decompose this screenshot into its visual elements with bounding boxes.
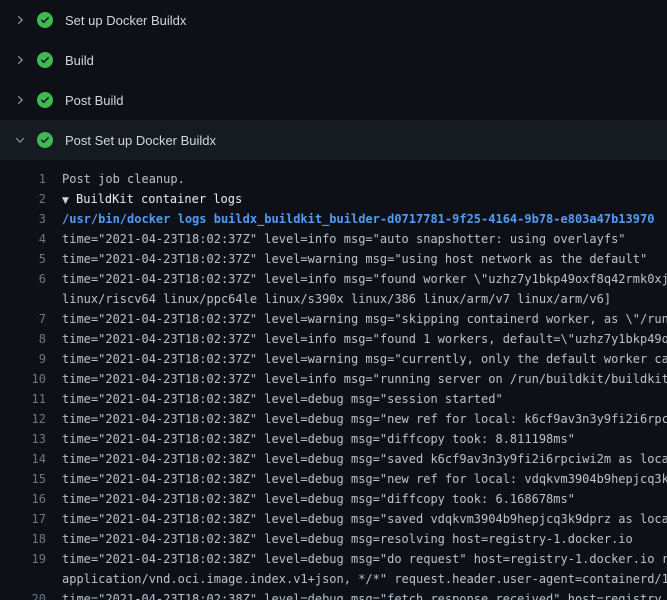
line-number[interactable]: 11 [0, 389, 46, 409]
log-line: 15time="2021-04-23T18:02:38Z" level=debu… [0, 469, 667, 489]
log-line: 19time="2021-04-23T18:02:38Z" level=debu… [0, 549, 667, 569]
log-text: time="2021-04-23T18:02:37Z" level=warnin… [46, 249, 667, 269]
line-number[interactable]: 14 [0, 449, 46, 469]
line-number[interactable]: 16 [0, 489, 46, 509]
check-circle-icon [37, 12, 53, 28]
line-number[interactable]: 2 [0, 189, 46, 209]
log-line: 3/usr/bin/docker logs buildx_buildkit_bu… [0, 209, 667, 229]
log-text: time="2021-04-23T18:02:38Z" level=debug … [46, 549, 667, 569]
log-line: 2▼BuildKit container logs [0, 189, 667, 209]
log-line: 18time="2021-04-23T18:02:38Z" level=debu… [0, 529, 667, 549]
check-circle-icon [37, 132, 53, 148]
line-number[interactable]: 7 [0, 309, 46, 329]
log-text: time="2021-04-23T18:02:38Z" level=debug … [46, 389, 667, 409]
log-line: 11time="2021-04-23T18:02:38Z" level=debu… [0, 389, 667, 409]
log-line: 17time="2021-04-23T18:02:38Z" level=debu… [0, 509, 667, 529]
chevron-right-icon[interactable] [12, 52, 28, 68]
check-circle-icon [37, 52, 53, 68]
line-number[interactable]: 20 [0, 589, 46, 600]
log-line: 1Post job cleanup. [0, 169, 667, 189]
log-text: time="2021-04-23T18:02:38Z" level=debug … [46, 589, 667, 600]
log-line: 4time="2021-04-23T18:02:37Z" level=info … [0, 229, 667, 249]
line-number[interactable]: 19 [0, 549, 46, 569]
log-text: time="2021-04-23T18:02:37Z" level=info m… [46, 329, 667, 349]
log-text: time="2021-04-23T18:02:38Z" level=debug … [46, 489, 667, 509]
log-group-header[interactable]: ▼BuildKit container logs [46, 189, 667, 209]
log-line: 20time="2021-04-23T18:02:38Z" level=debu… [0, 589, 667, 600]
workflow-log-viewer: Set up Docker Buildx Build Post Build Post … [0, 0, 667, 600]
log-text: Post job cleanup. [46, 169, 667, 189]
chevron-down-icon[interactable] [12, 132, 28, 148]
log-line: 5time="2021-04-23T18:02:37Z" level=warni… [0, 249, 667, 269]
log-line: 14time="2021-04-23T18:02:38Z" level=debu… [0, 449, 667, 469]
log-line: 8time="2021-04-23T18:02:37Z" level=info … [0, 329, 667, 349]
line-number[interactable]: 17 [0, 509, 46, 529]
line-number[interactable]: 13 [0, 429, 46, 449]
log-line: 16time="2021-04-23T18:02:38Z" level=debu… [0, 489, 667, 509]
log-text: time="2021-04-23T18:02:37Z" level=info m… [46, 369, 667, 389]
log-line: 6time="2021-04-23T18:02:37Z" level=info … [0, 269, 667, 289]
step-section-header[interactable]: Post Set up Docker Buildx [0, 120, 667, 160]
log-text: time="2021-04-23T18:02:38Z" level=debug … [46, 529, 667, 549]
step-section-header[interactable]: Build [0, 40, 667, 80]
log-command-text: /usr/bin/docker logs buildx_buildkit_bui… [46, 209, 667, 229]
group-toggle-icon[interactable]: ▼ [62, 191, 76, 209]
line-number[interactable]: 18 [0, 529, 46, 549]
log-text: time="2021-04-23T18:02:37Z" level=warnin… [46, 349, 667, 369]
log-text: time="2021-04-23T18:02:38Z" level=debug … [46, 429, 667, 449]
step-section-label: Set up Docker Buildx [62, 13, 186, 28]
log-text: time="2021-04-23T18:02:37Z" level=info m… [46, 269, 667, 289]
line-number[interactable]: 5 [0, 249, 46, 269]
line-number[interactable]: 6 [0, 269, 46, 289]
steps-list: Set up Docker Buildx Build Post Build Post … [0, 0, 667, 160]
log-line: 7time="2021-04-23T18:02:37Z" level=warni… [0, 309, 667, 329]
log-line: 13time="2021-04-23T18:02:38Z" level=debu… [0, 429, 667, 449]
step-section-header[interactable]: Post Build [0, 80, 667, 120]
check-circle-icon [37, 92, 53, 108]
line-number[interactable]: 3 [0, 209, 46, 229]
log-line: 12time="2021-04-23T18:02:38Z" level=debu… [0, 409, 667, 429]
line-number[interactable]: 15 [0, 469, 46, 489]
line-number[interactable]: 10 [0, 369, 46, 389]
step-section-header[interactable]: Set up Docker Buildx [0, 0, 667, 40]
step-section-label: Build [62, 53, 94, 68]
chevron-right-icon[interactable] [12, 92, 28, 108]
log-line: linux/riscv64 linux/ppc64le linux/s390x … [0, 289, 667, 309]
step-section-label: Post Build [62, 93, 124, 108]
line-number[interactable]: 9 [0, 349, 46, 369]
line-number [0, 569, 46, 589]
log-text: linux/riscv64 linux/ppc64le linux/s390x … [46, 289, 667, 309]
step-section-label: Post Set up Docker Buildx [62, 133, 216, 148]
log-line: 9time="2021-04-23T18:02:37Z" level=warni… [0, 349, 667, 369]
log-line: 10time="2021-04-23T18:02:37Z" level=info… [0, 369, 667, 389]
log-text: time="2021-04-23T18:02:38Z" level=debug … [46, 409, 667, 429]
line-number [0, 289, 46, 309]
line-number[interactable]: 8 [0, 329, 46, 349]
log-text: time="2021-04-23T18:02:37Z" level=warnin… [46, 309, 667, 329]
group-label[interactable]: BuildKit container logs [76, 192, 242, 206]
log-text: time="2021-04-23T18:02:38Z" level=debug … [46, 509, 667, 529]
line-number[interactable]: 12 [0, 409, 46, 429]
log-text: time="2021-04-23T18:02:37Z" level=info m… [46, 229, 667, 249]
log-text: time="2021-04-23T18:02:38Z" level=debug … [46, 449, 667, 469]
log-panel: 1Post job cleanup.2▼BuildKit container l… [0, 160, 667, 600]
line-number[interactable]: 1 [0, 169, 46, 189]
chevron-right-icon[interactable] [12, 12, 28, 28]
log-text: application/vnd.oci.image.index.v1+json,… [46, 569, 667, 589]
line-number[interactable]: 4 [0, 229, 46, 249]
log-line: application/vnd.oci.image.index.v1+json,… [0, 569, 667, 589]
log-text: time="2021-04-23T18:02:38Z" level=debug … [46, 469, 667, 489]
